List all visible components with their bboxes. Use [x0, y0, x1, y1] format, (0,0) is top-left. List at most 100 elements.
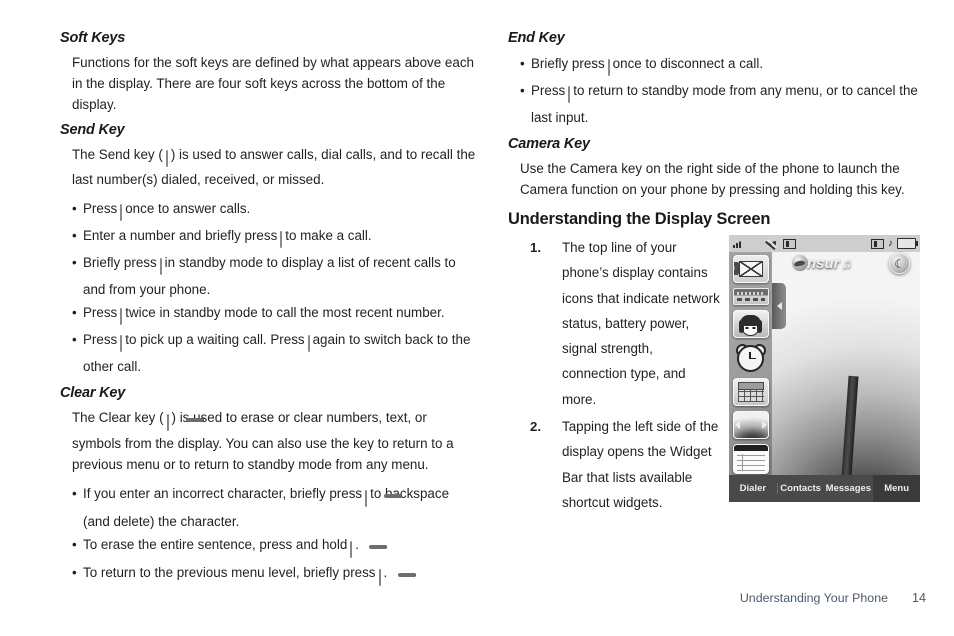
bullet-text-after: .: [383, 565, 388, 580]
bullet-text-before: To return to the previous menu level, br…: [83, 565, 376, 580]
bullet-text-after: to make a call.: [285, 228, 372, 243]
soft-keys-paragraph: Functions for the soft keys are defined …: [72, 55, 474, 112]
bullet-text-before: Enter a number and briefly press: [83, 228, 278, 243]
end-key-icon: [607, 56, 610, 79]
music-note-icon: ♪: [888, 237, 893, 249]
chevron-left-icon: [734, 421, 740, 429]
contacts-photo-widget[interactable]: [732, 310, 769, 338]
manual-page: Soft Keys Functions for the soft keys ar…: [0, 0, 954, 636]
send-key-icon: [120, 201, 123, 224]
phone-soft-key-bar: Dialer Contacts Messages Menu: [729, 475, 920, 502]
vibrate-mute-icon: [768, 239, 779, 249]
bluetooth-icon[interactable]: ☾: [889, 253, 910, 274]
step-text: Tapping the left side of the display ope…: [562, 419, 719, 510]
bars-tick-icon: [736, 292, 765, 295]
list-item: Briefly press once to disconnect a call.: [520, 52, 928, 79]
list-item: Pressto return to standby mode from any …: [520, 79, 928, 129]
list-item: To return to the previous menu level, br…: [72, 561, 478, 589]
display-divider: [772, 281, 920, 282]
soft-key-menu[interactable]: Menu: [873, 475, 920, 502]
battery-icon: [897, 238, 918, 249]
clock-dial-icon: [737, 344, 764, 372]
alarm-clock-widget[interactable]: [734, 343, 768, 373]
list-item: Briefly pressin standby mode to display …: [72, 251, 478, 301]
step-text: The top line of your phone’s display con…: [562, 240, 720, 407]
display-screen-steps: 1. The top line of your phone’s display c…: [508, 235, 720, 515]
end-key-icon: [568, 83, 571, 106]
send-key-icon: [159, 255, 162, 278]
step-number: 2.: [530, 419, 541, 435]
list-item: Enter a number and briefly press to make …: [72, 224, 478, 251]
send-key-icon: [120, 332, 123, 355]
footer-chapter-title: Understanding Your Phone: [739, 591, 888, 605]
page-footer: Understanding Your Phone 14: [740, 591, 926, 605]
notepad-header-icon: [733, 445, 768, 451]
phone-display-screenshot: ♪ nsur ♫ ☾ 0: [729, 235, 920, 502]
bullet-text-before: Press: [83, 201, 118, 216]
calculator-screen-icon: [737, 382, 764, 390]
list-item: 2. Tapping the left side of the display o…: [530, 414, 720, 515]
clear-key-bullet-list: If you enter an incorrect character, bri…: [60, 482, 478, 589]
calculator-widget[interactable]: [732, 378, 769, 406]
heading-display-screen: Understanding the Display Screen: [508, 210, 771, 228]
clear-key-icon: [378, 565, 381, 589]
photo-viewer-widget[interactable]: [732, 411, 769, 439]
soft-key-messages[interactable]: Messages: [824, 483, 874, 494]
bullet-text-after: to return to standby mode from any menu,…: [531, 83, 918, 125]
camera-key-paragraph: Use the Camera key on the right side of …: [520, 161, 905, 197]
end-key-bullet-list: Briefly pressonce to disconnect a call. …: [508, 52, 928, 129]
calculator-keypad-icon: [737, 390, 764, 402]
widget-bar-handle[interactable]: [772, 283, 786, 329]
list-item: Pressto pick up a waiting call. Pressaga…: [72, 328, 478, 378]
bullet-text-before: Press: [83, 305, 118, 320]
bullet-text-before: To erase the entire sentence, press and …: [83, 537, 348, 552]
list-item: Press once to answer calls.: [72, 197, 478, 224]
bullet-text-before: If you enter an incorrect character, bri…: [83, 486, 363, 501]
heading-end-key: End Key: [508, 30, 565, 46]
notepad-widget[interactable]: [732, 444, 769, 474]
bullet-text-before: Briefly press: [531, 56, 605, 71]
send-key-intro: The Send key () is used to answer calls,…: [60, 144, 478, 190]
send-key-bullet-list: Press once to answer calls. Enter a numbe…: [60, 197, 478, 378]
send-key-icon: [120, 305, 123, 328]
send-key-intro-before: The Send key (: [72, 147, 163, 162]
heading-send-key: Send Key: [60, 122, 125, 138]
carrier-widget-label: nsur: [807, 254, 840, 272]
bullet-text-after: once to disconnect a call.: [612, 56, 764, 71]
bars-dots-icon: [736, 298, 765, 301]
bullet-text-after: twice in standby mode to call the most r…: [125, 305, 445, 320]
tty-icon: [783, 238, 796, 249]
widget-bar[interactable]: 0: [729, 252, 772, 475]
bluetooth-stereo-icon: [871, 238, 884, 249]
bars-widget[interactable]: [732, 288, 769, 305]
heading-soft-keys: Soft Keys: [60, 30, 126, 46]
chevron-right-icon: [761, 421, 767, 429]
clear-key-icon: [350, 537, 353, 561]
heading-clear-key: Clear Key: [60, 385, 126, 401]
bullet-text-after: .: [355, 537, 359, 552]
list-item: 1. The top line of your phone’s display c…: [530, 235, 720, 412]
list-item: If you enter an incorrect character, bri…: [72, 482, 478, 533]
left-column: Soft Keys Functions for the soft keys ar…: [60, 30, 478, 596]
phone-status-bar: ♪: [729, 235, 920, 252]
send-key-icon: [280, 228, 283, 251]
clear-key-icon: [365, 486, 368, 510]
carrier-music-widget[interactable]: nsur ♫: [791, 254, 852, 272]
bullet-text-before: Briefly press: [83, 255, 157, 270]
heading-camera-key: Camera Key: [508, 136, 590, 152]
clear-key-intro-before: The Clear key (: [72, 410, 164, 425]
list-item: To erase the entire sentence, press and …: [72, 533, 478, 561]
send-key-icon: [307, 332, 310, 355]
step-number: 1.: [530, 240, 541, 255]
envelope-icon: [738, 261, 763, 277]
bullet-text-before: Press: [83, 332, 118, 347]
globe-icon: [791, 254, 809, 272]
soft-key-dialer[interactable]: Dialer: [729, 483, 777, 494]
notepad-lines-icon: [736, 454, 765, 471]
contact-avatar-icon: [739, 314, 762, 336]
soft-key-contacts[interactable]: Contacts: [776, 483, 824, 494]
send-key-icon: [165, 148, 168, 169]
bullet-text-mid: to pick up a waiting call. Press: [125, 332, 305, 347]
bullet-text-after: once to answer calls.: [125, 201, 251, 216]
messages-widget[interactable]: 0: [732, 255, 769, 283]
